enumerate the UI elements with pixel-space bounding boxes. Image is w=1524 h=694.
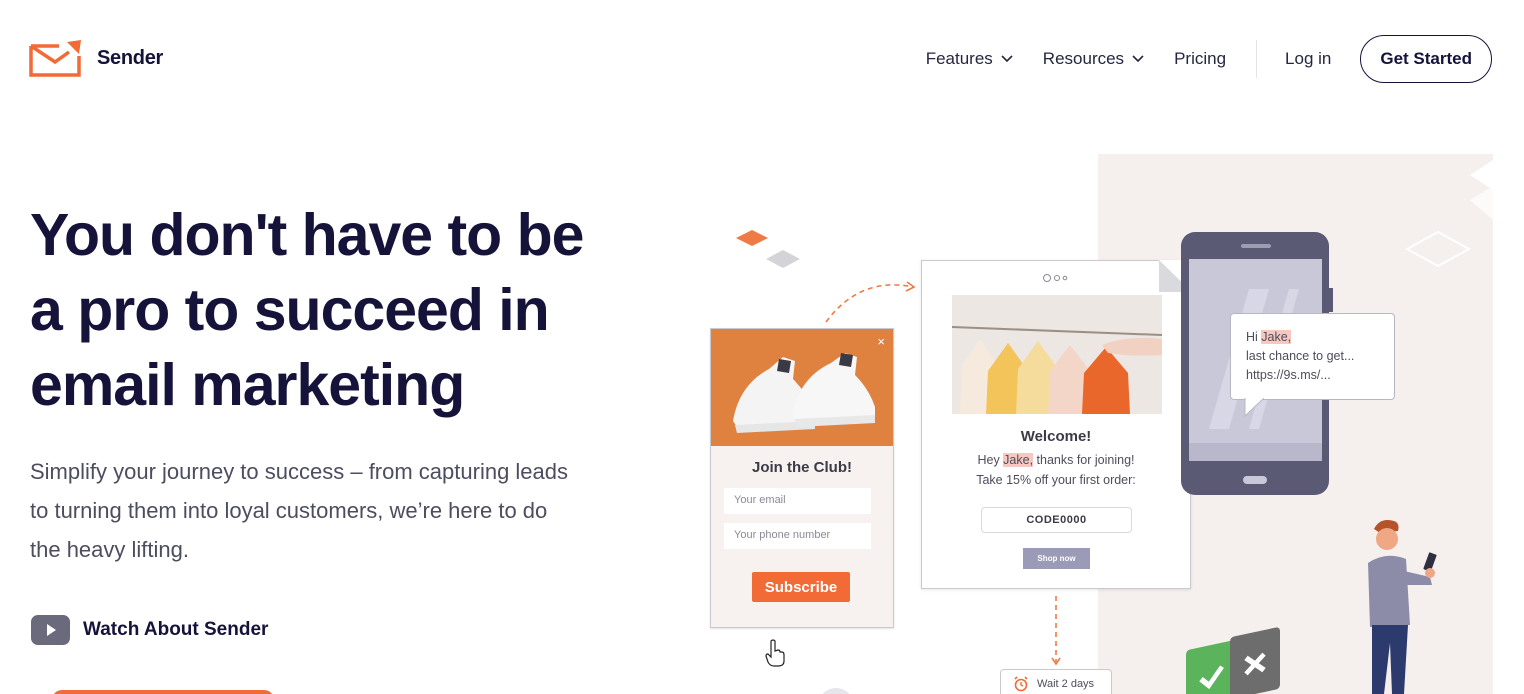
- nav-features[interactable]: Features: [926, 49, 1013, 69]
- pagination-dots-icon: [1043, 274, 1068, 282]
- top-navigation: Features Resources Pricing Log in Get St…: [926, 35, 1492, 83]
- sms-greeting: Hi Jake,: [1246, 328, 1379, 347]
- watch-label: Watch About Sender: [83, 619, 269, 640]
- close-x-icon: [1230, 626, 1280, 694]
- nav-resources[interactable]: Resources: [1043, 49, 1144, 69]
- watch-video-link[interactable]: Watch About Sender: [31, 615, 268, 645]
- signup-popup-card: × Join the Club! Your email Your phone n…: [710, 328, 894, 628]
- landing-page: Sender Features Resources Pricing Log in…: [0, 0, 1524, 694]
- brand-name: Sender: [97, 46, 164, 69]
- hero-title-line: a pro to succeed in: [30, 277, 550, 343]
- email-offer: Take 15% off your first order:: [976, 473, 1136, 487]
- greeting-prefix: Hey: [977, 453, 1004, 467]
- hero-subtitle-line: Simplify your journey to success – from …: [30, 459, 569, 484]
- sms-link: https://9s.ms/...: [1246, 368, 1331, 382]
- nav-features-label: Features: [925, 49, 993, 68]
- coupon-code: CODE0000: [981, 507, 1132, 533]
- nav-pricing[interactable]: Pricing: [1174, 49, 1226, 69]
- alarm-clock-icon: [1014, 676, 1028, 692]
- subscribe-button[interactable]: Subscribe: [752, 572, 850, 602]
- nav-pricing-label: Pricing: [1174, 49, 1227, 68]
- get-started-button[interactable]: Get Started: [1360, 35, 1492, 83]
- sms-bubble-tail: [1244, 398, 1265, 418]
- shop-now-button[interactable]: Shop now: [1023, 548, 1090, 569]
- phone-side-button: [1329, 288, 1333, 312]
- greeting-suffix: thanks for joining!: [1033, 453, 1135, 467]
- sms-line: last chance to get...: [1246, 349, 1355, 363]
- sms-name: Jake,: [1261, 330, 1292, 344]
- phone-field[interactable]: Your phone number: [724, 523, 871, 549]
- play-icon: [31, 615, 70, 645]
- envelope-logo-icon: [29, 40, 81, 77]
- greeting-name: Jake,: [1003, 453, 1034, 467]
- wait-label: Wait 2 days: [1037, 678, 1095, 690]
- email-title: Welcome!: [1020, 428, 1092, 445]
- email-field[interactable]: Your email: [724, 488, 871, 514]
- hand-cursor-icon: [765, 639, 785, 667]
- nav-resources-label: Resources: [1042, 49, 1125, 68]
- welcome-email-card: Welcome! Hey Jake, thanks for joining! T…: [921, 260, 1192, 589]
- chevron-down-icon: [1132, 55, 1144, 63]
- clothing-rack-image: [952, 295, 1162, 414]
- hero-subtitle: Simplify your journey to success – from …: [30, 452, 670, 569]
- sms-hi: Hi: [1246, 330, 1262, 344]
- sms-bubble: Hi Jake, last chance to get... https://9…: [1230, 313, 1395, 400]
- close-icon[interactable]: ×: [877, 334, 885, 349]
- hero-cta-button[interactable]: [52, 690, 274, 694]
- phone-speaker: [1241, 244, 1271, 248]
- hero-subtitle-line: the heavy lifting.: [30, 537, 189, 562]
- check-icon: [1186, 639, 1236, 694]
- person-with-phone-illustration: [1368, 520, 1437, 694]
- wait-delay-tag: Wait 2 days: [1000, 669, 1112, 694]
- chevron-down-icon: [1001, 55, 1013, 63]
- sneakers-image: ×: [711, 329, 893, 446]
- nav-divider: [1256, 40, 1258, 78]
- sender-logo[interactable]: Sender: [29, 38, 163, 78]
- email-greeting: Hey Jake, thanks for joining!: [922, 453, 1190, 467]
- hero-subtitle-line: to turning them into loyal customers, we…: [30, 498, 548, 523]
- hero-title-line: email marketing: [30, 352, 465, 418]
- popup-title: Join the Club!: [752, 459, 852, 476]
- login-link[interactable]: Log in: [1285, 49, 1331, 69]
- phone-home-button: [1243, 476, 1267, 484]
- hero-title: You don't have to be a pro to succeed in…: [30, 198, 680, 423]
- hero-title-line: You don't have to be: [30, 202, 584, 268]
